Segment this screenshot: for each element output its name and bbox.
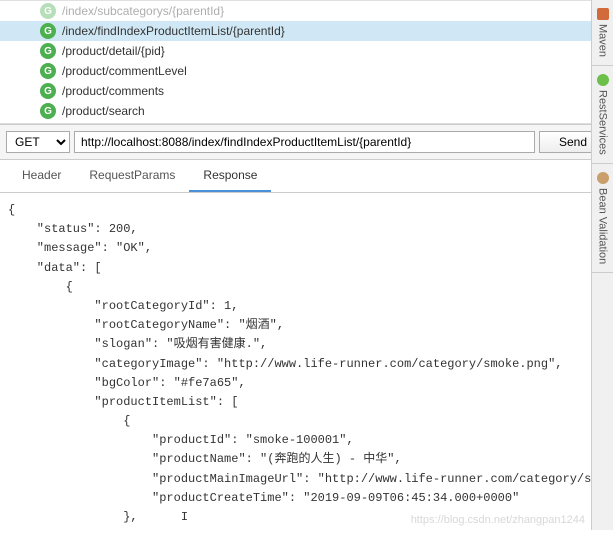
tab-bar: Header RequestParams Response	[0, 160, 613, 193]
endpoint-path: /product/comments	[62, 84, 164, 98]
bean-icon	[597, 172, 609, 184]
endpoint-item[interactable]: G /product/comments	[0, 81, 613, 101]
side-tab-maven[interactable]: Maven	[592, 0, 613, 66]
url-input[interactable]	[74, 131, 535, 153]
method-badge: G	[40, 23, 56, 39]
endpoint-item[interactable]: G /index/subcategorys/{parentId}	[0, 3, 613, 21]
endpoint-path: /index/subcategorys/{parentId}	[62, 4, 224, 18]
tab-header[interactable]: Header	[8, 160, 75, 192]
side-tab-beanvalidation[interactable]: Bean Validation	[592, 164, 613, 273]
request-bar: GET Send	[0, 124, 613, 160]
method-badge: G	[40, 43, 56, 59]
side-tab-label: Maven	[597, 24, 609, 57]
endpoint-item[interactable]: G /product/commentLevel	[0, 61, 613, 81]
endpoint-item[interactable]: G /product/detail/{pid}	[0, 41, 613, 61]
method-badge: G	[40, 83, 56, 99]
endpoint-item-selected[interactable]: G /index/findIndexProductItemList/{paren…	[0, 21, 613, 41]
endpoint-list: G /index/subcategorys/{parentId} G /inde…	[0, 0, 613, 124]
side-tab-bar: Maven RestServices Bean Validation	[591, 0, 613, 530]
endpoint-path: /product/commentLevel	[62, 64, 187, 78]
response-body[interactable]: { "status": 200, "message": "OK", "data"…	[0, 193, 613, 553]
maven-icon	[597, 8, 609, 20]
side-tab-label: Bean Validation	[597, 188, 609, 264]
side-tab-label: RestServices	[597, 90, 609, 155]
method-badge: G	[40, 63, 56, 79]
method-badge: G	[40, 3, 56, 19]
side-tab-restservices[interactable]: RestServices	[592, 66, 613, 164]
tab-requestparams[interactable]: RequestParams	[75, 160, 189, 192]
endpoint-path: /index/findIndexProductItemList/{parentI…	[62, 24, 285, 38]
tab-response[interactable]: Response	[189, 160, 271, 192]
http-method-select[interactable]: GET	[6, 131, 70, 153]
method-badge: G	[40, 103, 56, 119]
endpoint-path: /product/detail/{pid}	[62, 44, 165, 58]
endpoint-item[interactable]: G /product/search	[0, 101, 613, 121]
rest-icon	[597, 74, 609, 86]
endpoint-path: /product/search	[62, 104, 145, 118]
